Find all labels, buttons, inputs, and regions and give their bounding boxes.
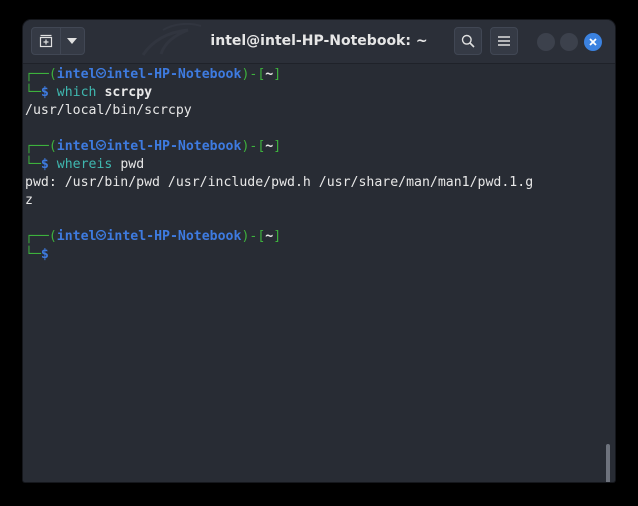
output-line: pwd: /usr/bin/pwd /usr/include/pwd.h /us… <box>25 175 534 190</box>
command-args: scrcpy <box>104 85 153 100</box>
title-bar[interactable]: intel@intel-HP-Notebook: ~ <box>23 20 615 64</box>
prompt-mid: )-[ <box>241 139 266 154</box>
new-tab-group <box>31 27 85 55</box>
prompt-frame-bottom: └─ <box>25 247 41 262</box>
new-tab-button[interactable] <box>32 28 61 54</box>
command-name: whereis <box>56 157 113 172</box>
terminal-output[interactable]: ┌──(intel intel-HP-Notebook)-[~] └─$ whic… <box>23 64 610 482</box>
prompt-frame-bottom: └─ <box>25 85 41 100</box>
terminal-window: intel@intel-HP-Notebook: ~ ┌──(intel int… <box>23 20 615 482</box>
output-line: /usr/local/bin/scrcpy <box>25 103 192 118</box>
prompt-symbol: $ <box>40 247 49 262</box>
prompt-user: intel <box>56 229 97 244</box>
prompt-frame-top: ┌──( <box>25 67 57 82</box>
main-menu-button[interactable] <box>490 27 518 55</box>
maximize-button[interactable] <box>560 33 578 51</box>
prompt-host: intel-HP-Notebook <box>106 67 242 82</box>
kali-skull-icon <box>96 140 107 150</box>
prompt-host: intel-HP-Notebook <box>106 229 242 244</box>
command-args: pwd <box>120 157 145 172</box>
command-line-1: └─$ which scrcpy <box>25 84 152 102</box>
hamburger-menu-icon <box>498 36 510 46</box>
minimize-button[interactable] <box>537 33 555 51</box>
prompt-symbol: $ <box>40 157 49 172</box>
prompt-line-2: ┌──(intel intel-HP-Notebook)-[~] <box>25 138 281 156</box>
command-name: which <box>56 85 97 100</box>
output-line: z <box>25 193 33 208</box>
search-button[interactable] <box>454 27 482 55</box>
kali-skull-icon <box>96 68 107 78</box>
window-title: intel@intel-HP-Notebook: ~ <box>210 33 428 49</box>
prompt-suffix: ] <box>273 139 282 154</box>
prompt-frame-top: ┌──( <box>25 229 57 244</box>
prompt-user: intel <box>56 139 97 154</box>
prompt-line-1: ┌──(intel intel-HP-Notebook)-[~] <box>25 66 281 84</box>
command-line-current[interactable]: └─$ <box>25 246 49 264</box>
close-icon <box>589 38 597 46</box>
prompt-mid: )-[ <box>241 67 266 82</box>
prompt-symbol: $ <box>40 85 49 100</box>
tab-menu-button[interactable] <box>60 28 84 54</box>
command-line-2: └─$ whereis pwd <box>25 156 144 174</box>
prompt-line-3: ┌──(intel intel-HP-Notebook)-[~] <box>25 228 281 246</box>
scrollbar-thumb[interactable] <box>606 444 610 482</box>
kali-skull-icon <box>96 230 107 240</box>
close-button[interactable] <box>584 33 602 51</box>
prompt-suffix: ] <box>273 67 282 82</box>
chevron-down-icon <box>67 38 77 44</box>
prompt-mid: )-[ <box>241 229 266 244</box>
search-icon <box>461 34 475 48</box>
prompt-frame-top: ┌──( <box>25 139 57 154</box>
prompt-host: intel-HP-Notebook <box>106 139 242 154</box>
prompt-suffix: ] <box>273 229 282 244</box>
new-tab-icon <box>39 34 53 48</box>
prompt-frame-bottom: └─ <box>25 157 41 172</box>
prompt-user: intel <box>56 67 97 82</box>
